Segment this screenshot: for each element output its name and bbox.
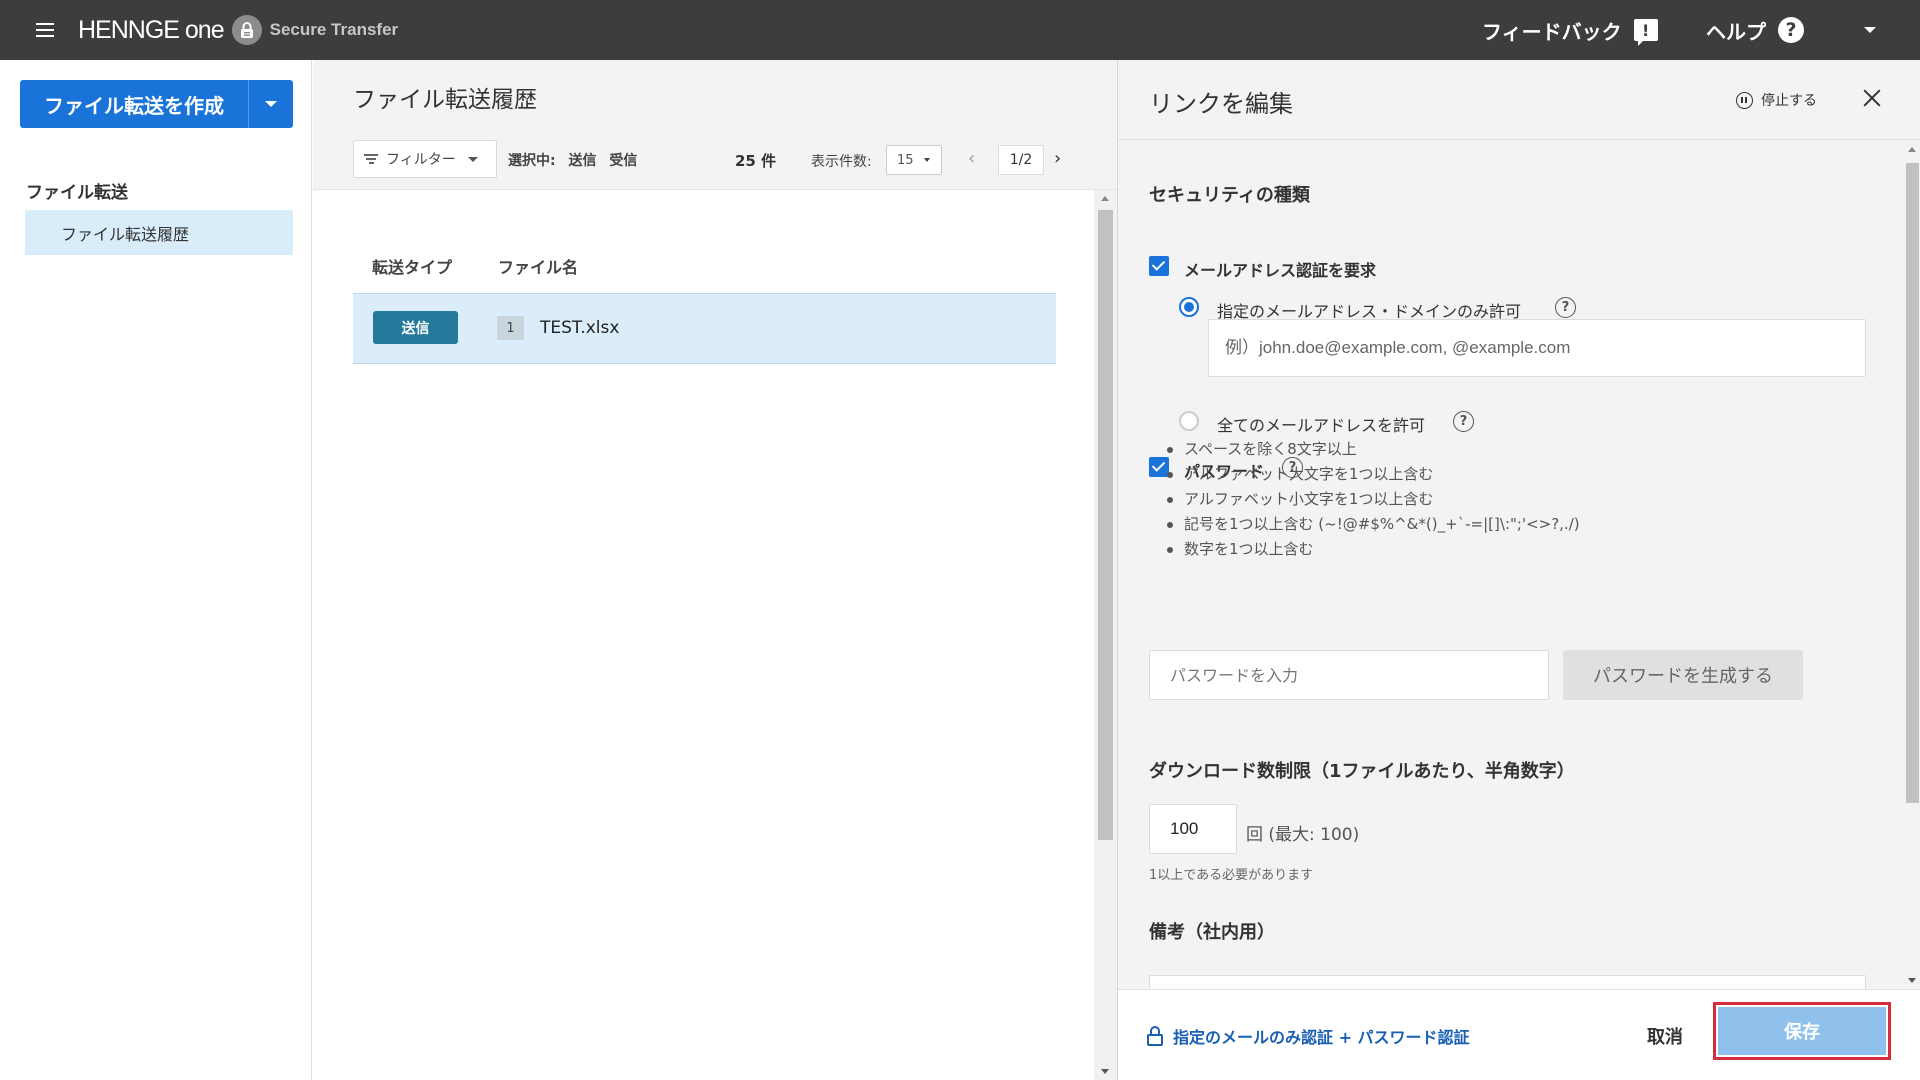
help-icon: ? [1778,17,1804,43]
scrollbar-thumb[interactable] [1098,210,1113,840]
table-row[interactable]: 送信 1 TEST.xlsx [353,293,1056,364]
list-item: 数字を1つ以上含む [1164,537,1580,562]
scroll-up-icon[interactable] [1101,196,1109,201]
page-title: ファイル転送履歴 [353,87,537,113]
question-icon[interactable]: ? [1555,297,1576,318]
download-limit-input[interactable] [1149,804,1237,854]
sidebar-item-transfer-history[interactable]: ファイル転送履歴 [25,210,293,255]
radio-specific-emails[interactable] [1179,297,1199,317]
help-label: ヘルプ [1706,19,1766,44]
stop-label: 停止する [1761,93,1817,109]
history-scrollbar[interactable] [1094,190,1117,1080]
create-transfer-dropdown[interactable] [248,80,293,128]
menu-icon[interactable] [28,18,62,42]
create-transfer-split-button: ファイル転送を作成 [20,80,293,128]
save-button[interactable]: 保存 [1713,1002,1891,1060]
list-item: アルファベット小文字を1つ以上含む [1164,487,1580,512]
scroll-down-icon[interactable] [1908,978,1916,983]
save-button-label: 保存 [1718,1007,1886,1055]
radio-all-emails-label: 全てのメールアドレスを許可 [1217,416,1426,435]
memo-title: 備考（社内用） [1149,922,1275,943]
edit-link-drawer: リンクを編集 停止する セキュリティの種類 メールアドレス認証を要求 指定のメー… [1117,60,1920,1080]
cancel-button[interactable]: 取消 [1647,1023,1683,1049]
per-page-value: 15 [897,152,914,168]
email-auth-label: メールアドレス認証を要求 [1184,261,1377,280]
list-item: 記号を1つ以上含む (~!@#$%^&*()_+`-=|[]\:";'<>?,.… [1164,512,1580,537]
drawer-body: セキュリティの種類 メールアドレス認証を要求 指定のメールアドレス・ドメインのみ… [1118,141,1920,989]
page-indicator: 1/2 [998,145,1044,175]
top-bar: HENNGE one Secure Transfer フィードバック ! ヘルプ… [0,0,1920,60]
question-icon[interactable]: ? [1453,411,1474,432]
chevron-down-icon [467,156,478,162]
product-name: Secure Transfer [269,20,399,39]
download-limit-unit: 回 (最大: 100) [1246,825,1360,845]
sidebar-section-heading: ファイル転送 [26,183,128,203]
auth-summary-link[interactable]: 指定のメールのみ認証 + パスワード認証 [1147,1024,1470,1048]
pause-circle-icon [1736,91,1753,109]
feedback-label: フィードバック [1482,19,1622,44]
filter-label: フィルター [386,152,456,168]
email-auth-checkbox[interactable] [1149,256,1169,276]
logo[interactable]: HENNGE one Secure Transfer [78,14,398,46]
download-limit-note: 1以上である必要があります [1149,868,1314,883]
close-icon[interactable] [1860,86,1884,110]
chevron-left-icon[interactable]: ‹ [968,148,975,169]
drawer-header: リンクを編集 停止する [1118,60,1920,140]
account-menu-button[interactable] [1860,0,1880,60]
selection-summary: 選択中: 送信 受信 [508,150,645,170]
file-count-badge: 1 [497,316,524,340]
drawer-title: リンクを編集 [1149,90,1293,118]
lock-icon [1147,1026,1163,1046]
list-item: スペースを除く8文字以上 [1164,437,1580,462]
sidebar: ファイル転送を作成 ファイル転送 ファイル転送履歴 [0,60,312,1080]
selection-value-receive: 受信 [609,153,638,169]
total-count: 25 件 [735,152,777,170]
allowed-email-input[interactable] [1208,319,1866,377]
selection-prefix: 選択中: [508,153,556,169]
per-page-select[interactable]: 15 [886,145,942,175]
transfer-type-badge: 送信 [373,311,458,344]
column-header-filename: ファイル名 [498,258,579,277]
drawer-scrollbar[interactable] [1904,141,1920,989]
selection-value-send: 送信 [568,153,597,169]
filter-button[interactable]: フィルター [353,140,497,178]
password-input[interactable] [1149,650,1549,700]
column-header-type: 転送タイプ [372,258,453,277]
feedback-button[interactable]: フィードバック ! [1482,0,1658,60]
lock-badge-icon [231,15,262,45]
logo-text: HENNGE one [78,15,225,44]
chevron-right-icon[interactable]: › [1054,148,1061,169]
auth-summary-label: 指定のメールのみ認証 + パスワード認証 [1173,1028,1470,1047]
create-transfer-button[interactable]: ファイル転送を作成 [20,80,248,128]
file-name: TEST.xlsx [540,318,620,338]
radio-all-emails[interactable] [1179,411,1199,431]
password-rules: スペースを除く8文字以上 アルファベット大文字を1つ以上含む アルファベット小文… [1164,437,1580,562]
chevron-down-icon [923,158,930,162]
feedback-icon: ! [1633,19,1658,46]
history-header: ファイル転送履歴 フィルター 選択中: 送信 受信 25 件 表示件数: 15 … [313,60,1117,190]
chevron-down-icon [1864,27,1876,33]
help-button[interactable]: ヘルプ ? [1706,0,1804,60]
memo-textarea[interactable] [1149,975,1866,989]
download-limit-title: ダウンロード数制限（1ファイルあたり、半角数字） [1149,761,1575,782]
scrollbar-thumb[interactable] [1906,163,1919,803]
stop-button[interactable]: 停止する [1736,90,1817,110]
scroll-down-icon[interactable] [1101,1069,1109,1074]
generate-password-button[interactable]: パスワードを生成する [1563,650,1803,700]
transfer-history-panel: ファイル転送履歴 フィルター 選択中: 送信 受信 25 件 表示件数: 15 … [313,60,1117,1080]
filter-icon [364,152,378,166]
scroll-up-icon[interactable] [1908,147,1916,152]
chevron-down-icon [265,101,277,107]
drawer-footer: 指定のメールのみ認証 + パスワード認証 取消 保存 [1118,989,1920,1080]
per-page-label: 表示件数: [811,154,872,170]
list-item: アルファベット大文字を1つ以上含む [1164,462,1580,487]
security-type-title: セキュリティの種類 [1149,185,1310,206]
